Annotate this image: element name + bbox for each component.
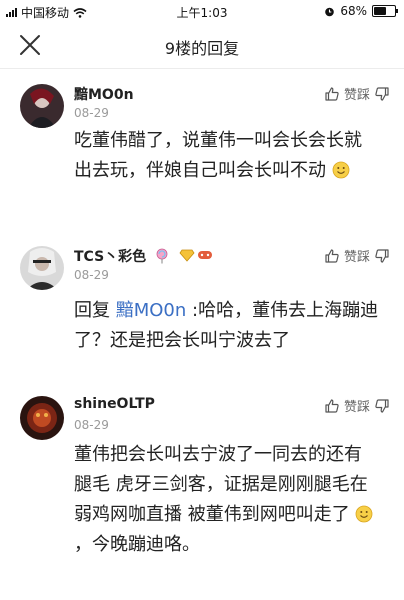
- vote-label: 赞踩: [343, 88, 370, 103]
- status-right: 68%: [324, 4, 398, 18]
- vote-actions: 赞踩: [324, 396, 390, 415]
- alarm-icon: [325, 7, 335, 16]
- vote-actions: 赞踩: [324, 246, 390, 265]
- smiley-emoji-icon: [332, 161, 350, 179]
- battery-icon: [372, 5, 398, 17]
- lollipop-badge-icon: [156, 248, 168, 264]
- gamepad-badge-icon: [198, 251, 213, 259]
- vote-label: 赞踩: [343, 250, 370, 265]
- thumbs-down-icon[interactable]: [374, 398, 390, 414]
- mention-link[interactable]: 黯MO0n: [116, 300, 187, 321]
- comment-text-content: 董伟把会长叫去宁波了一同去的还有腿毛 虎牙三剑客，证据是刚刚腿毛在弱鸡网咖直播 …: [74, 444, 368, 525]
- comment-text-tail: ，今晚蹦迪咯。: [74, 534, 200, 555]
- thumbs-down-icon[interactable]: [374, 86, 390, 102]
- diamond-badge-icon: [179, 249, 195, 262]
- username[interactable]: TCS丶彩色: [74, 246, 213, 266]
- thumbs-up-icon[interactable]: [324, 398, 340, 414]
- avatar-image: [20, 246, 64, 290]
- comment-item: 黯MO0n 08-29 赞踩 吃董伟醋了，说董伟一叫会长会长就出去玩，伴娘自己叫…: [0, 76, 404, 226]
- avatar[interactable]: [20, 246, 64, 290]
- comment-text: 董伟把会长叫去宁波了一同去的还有腿毛 虎牙三剑客，证据是刚刚腿毛在弱鸡网咖直播 …: [74, 440, 379, 560]
- user-badges: [155, 248, 213, 264]
- comment-date: 08-29: [74, 106, 109, 120]
- comment-date: 08-29: [74, 418, 109, 432]
- comment-item: shineOLTP 08-29 赞踩 董伟把会长叫去宁波了一同去的还有腿毛 虎牙…: [0, 388, 404, 600]
- thumbs-up-icon[interactable]: [324, 86, 340, 102]
- avatar[interactable]: [20, 396, 64, 440]
- comment-text: 吃董伟醋了，说董伟一叫会长会长就出去玩，伴娘自己叫会长叫不动: [74, 126, 379, 186]
- page-title: 9楼的回复: [164, 39, 240, 58]
- comment-date: 08-29: [74, 268, 109, 282]
- thumbs-up-icon[interactable]: [324, 248, 340, 264]
- avatar-image: [20, 84, 64, 128]
- nav-bar: 9楼的回复: [0, 22, 404, 69]
- thumbs-down-icon[interactable]: [374, 248, 390, 264]
- vote-label: 赞踩: [343, 400, 370, 415]
- comment-text-content: 吃董伟醋了，说董伟一叫会长会长就出去玩，伴娘自己叫会长叫不动: [74, 130, 362, 181]
- reply-prefix: 回复: [74, 300, 116, 321]
- username-text: TCS丶彩色: [74, 249, 147, 265]
- smiley-emoji-icon: [356, 505, 373, 523]
- avatar[interactable]: [20, 84, 64, 128]
- comment-item: TCS丶彩色 08-29 赞踩 回复 黯MO0n :哈哈，董伟去上海蹦迪了？还是…: [0, 238, 404, 378]
- username[interactable]: shineOLTP: [74, 396, 155, 412]
- vote-actions: 赞踩: [324, 84, 390, 103]
- comment-text: 回复 黯MO0n :哈哈，董伟去上海蹦迪了？还是把会长叫宁波去了: [74, 296, 379, 356]
- username[interactable]: 黯MO0n: [74, 84, 134, 104]
- status-bar: 中国移动 上午1:03 68%: [0, 0, 404, 22]
- avatar-image: [20, 396, 64, 440]
- battery-percent: 68%: [340, 4, 367, 18]
